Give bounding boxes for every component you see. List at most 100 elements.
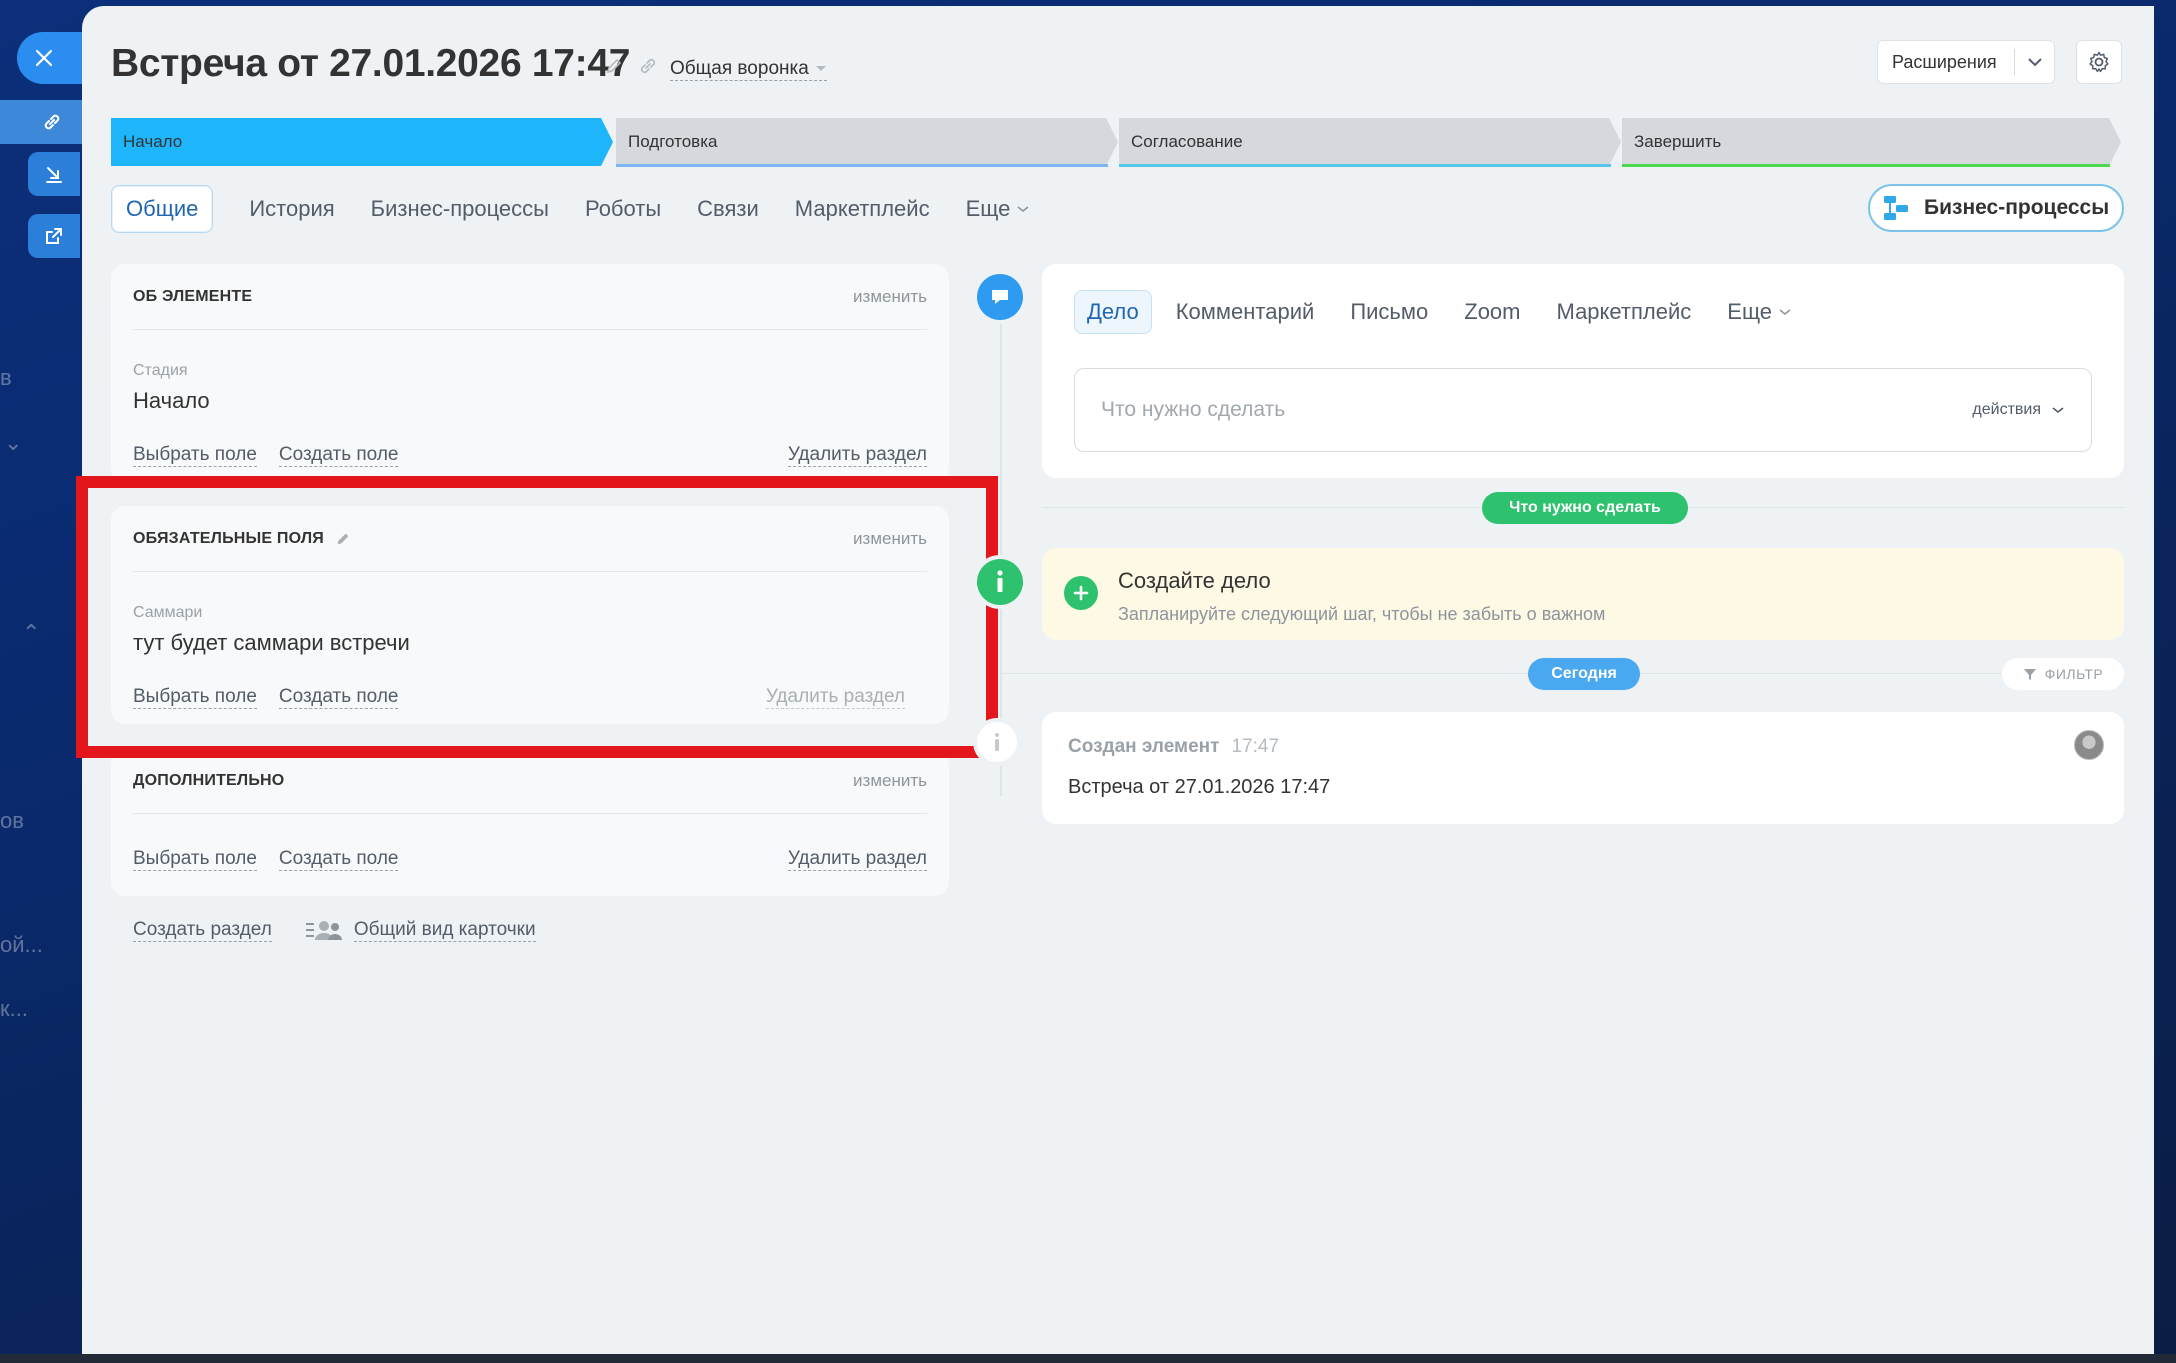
stage-label: Завершить (1634, 132, 1722, 151)
summary-value[interactable]: тут будет саммари встречи (133, 630, 410, 656)
tab-business-processes[interactable]: Бизнес-процессы (353, 185, 567, 233)
tab-marketplace[interactable]: Маркетплейс (1539, 290, 1710, 334)
tab-general[interactable]: Общие (111, 185, 214, 233)
card-tabs: Общие История Бизнес-процессы Роботы Свя… (111, 184, 1048, 234)
delete-section-link[interactable]: Удалить раздел (787, 444, 927, 467)
tab-more[interactable]: Еще (1709, 290, 1810, 334)
close-icon (35, 49, 53, 67)
minimize-button[interactable] (28, 152, 80, 196)
funnel-selector[interactable]: Общая воронка (670, 58, 827, 81)
stage-color-bar (1119, 164, 1611, 167)
tab-more-label: Еще (965, 196, 1011, 221)
background-text: ов (0, 808, 24, 833)
filter-button[interactable]: ФИЛЬТР (2002, 658, 2124, 690)
stage-label: Начало (123, 132, 183, 151)
field-label: Саммари (133, 604, 203, 621)
select-field-link[interactable]: Выбрать поле (133, 444, 257, 467)
history-title: Создан элемент (1068, 736, 1220, 757)
card-view-link[interactable]: Общий вид карточки (304, 918, 536, 942)
section-additional: ДОПОЛНИТЕЛЬНО изменить Выбрать поле Созд… (111, 748, 949, 896)
tab-history[interactable]: История (231, 185, 352, 233)
activity-tabs: Дело Комментарий Письмо Zoom Маркетплейс… (1074, 290, 1810, 334)
business-processes-label: Бизнес-процессы (1924, 196, 2110, 219)
stage-label: Согласование (1131, 132, 1243, 151)
tab-more-label: Еще (1727, 299, 1773, 324)
create-task-subtitle: Запланируйте следующий шаг, чтобы не заб… (1118, 604, 1606, 624)
tab-comment[interactable]: Комментарий (1158, 290, 1333, 334)
section-actions: Выбрать поле Создать поле Удалить раздел (133, 848, 927, 871)
tab-robots[interactable]: Роботы (567, 185, 679, 233)
history-header: Создан элемент 17:47 (1068, 736, 1279, 758)
section-about: ОБ ЭЛЕМЕНТЕ изменить Стадия Начало Выбра… (111, 264, 949, 484)
stage-start[interactable]: Начало (111, 118, 613, 166)
pencil-icon[interactable] (334, 530, 352, 548)
info-icon (977, 722, 1017, 762)
link-icon (44, 114, 60, 130)
entity-card-panel: Встреча от 27.01.2026 17:47 Общая воронк… (76, 6, 2154, 1354)
background-text: к... (0, 996, 28, 1021)
gear-icon (2089, 51, 2109, 73)
filter-label: ФИЛЬТР (2044, 666, 2104, 682)
create-field-link[interactable]: Создать поле (278, 686, 399, 709)
edit-section-link[interactable]: изменить (853, 771, 927, 791)
todo-input[interactable]: Что нужно сделать действия (1074, 368, 2092, 452)
title-tools (604, 56, 658, 76)
stage-value[interactable]: Начало (133, 388, 210, 414)
stage-label: Подготовка (628, 132, 718, 151)
create-field-link[interactable]: Создать поле (278, 848, 399, 871)
plus-icon[interactable] (1064, 576, 1098, 610)
actions-dropdown[interactable]: действия (1972, 401, 2065, 419)
select-field-link[interactable]: Выбрать поле (133, 848, 257, 871)
business-processes-button[interactable]: Бизнес-процессы (1868, 184, 2124, 232)
create-task-card[interactable]: Создайте дело Запланируйте следующий шаг… (1042, 548, 2124, 640)
tab-zoom[interactable]: Zoom (1446, 290, 1538, 334)
stage-color-bar (1622, 164, 2110, 167)
delete-section-link[interactable]: Удалить раздел (765, 686, 905, 709)
history-time: 17:47 (1231, 736, 1280, 757)
settings-button[interactable] (2076, 40, 2122, 84)
stage-finish[interactable]: Завершить (1622, 118, 2121, 166)
stage-approval[interactable]: Согласование (1119, 118, 1621, 166)
caret-down-icon (815, 66, 826, 71)
stage-preparation[interactable]: Подготовка (616, 118, 1118, 166)
copy-link-button[interactable] (0, 100, 82, 144)
users-icon (305, 921, 342, 940)
section-title: ОБЯЗАТЕЛЬНЫЕ ПОЛЯ (133, 530, 352, 548)
open-new-window-button[interactable] (28, 214, 80, 258)
history-text[interactable]: Встреча от 27.01.2026 17:47 (1068, 776, 1330, 799)
tab-marketplace[interactable]: Маркетплейс (777, 185, 948, 233)
edit-section-link[interactable]: изменить (853, 529, 927, 549)
select-field-link[interactable]: Выбрать поле (133, 686, 257, 709)
create-section-link[interactable]: Создать раздел (133, 919, 272, 942)
stage-color-bar (616, 164, 1108, 167)
actions-label: действия (1972, 401, 2041, 418)
close-slider-button[interactable] (17, 32, 91, 84)
chevron-up-icon: ⌃ (22, 620, 41, 645)
chevron-down-icon[interactable] (2015, 57, 2054, 67)
delete-section-link[interactable]: Удалить раздел (787, 848, 927, 871)
create-field-link[interactable]: Создать поле (278, 444, 399, 467)
section-actions: Выбрать поле Создать поле Удалить раздел (133, 444, 927, 467)
tab-todo[interactable]: Дело (1074, 290, 1152, 334)
card-view-label: Общий вид карточки (353, 918, 536, 942)
taskbar (0, 1354, 2176, 1363)
extensions-button[interactable]: Расширения (1877, 40, 2055, 84)
avatar[interactable] (2074, 730, 2104, 760)
section-title: ОБ ЭЛЕМЕНТЕ (133, 287, 253, 305)
funnel-label: Общая воронка (670, 58, 809, 79)
todo-pill: Что нужно сделать (1482, 492, 1688, 524)
filter-icon (2023, 669, 2036, 680)
edit-section-link[interactable]: изменить (853, 287, 927, 307)
tab-links[interactable]: Связи (679, 185, 777, 233)
create-task-title: Создайте дело (1118, 568, 1271, 593)
tab-email[interactable]: Письмо (1332, 290, 1446, 334)
stage-bar: Начало Подготовка Согласование Завершить (111, 118, 2121, 172)
pencil-icon[interactable] (604, 56, 624, 76)
section-header: ДОПОЛНИТЕЛЬНО изменить (133, 748, 927, 814)
background-text: ой... (0, 932, 43, 957)
section-header: ОБ ЭЛЕМЕНТЕ изменить (133, 264, 927, 330)
tab-more[interactable]: Еще (948, 185, 1049, 233)
timeline-line (1000, 296, 1002, 796)
link-icon[interactable] (638, 56, 658, 76)
chevron-down-icon (1017, 206, 1029, 213)
